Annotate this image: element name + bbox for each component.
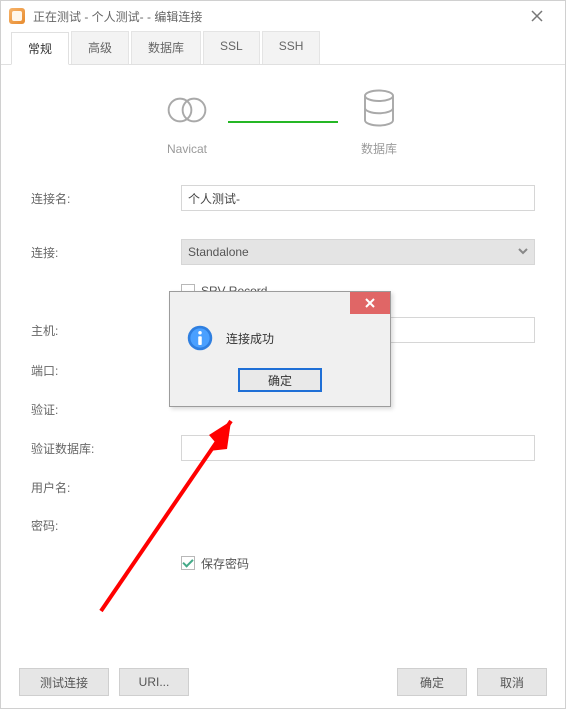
dialog-close-button[interactable] xyxy=(350,292,390,314)
connection-type-label: 连接: xyxy=(31,244,181,261)
dialog-ok-button[interactable]: 确定 xyxy=(238,368,322,392)
tab-ssl[interactable]: SSL xyxy=(203,31,260,64)
navicat-icon xyxy=(166,89,208,134)
window-close-button[interactable] xyxy=(517,1,557,31)
chevron-down-icon xyxy=(518,245,528,259)
ok-button[interactable]: 确定 xyxy=(397,668,467,696)
diagram-database: 数据库 xyxy=(358,87,400,157)
cancel-button[interactable]: 取消 xyxy=(477,668,547,696)
dialog-title-bar xyxy=(170,292,390,314)
tab-database[interactable]: 数据库 xyxy=(131,31,201,64)
app-icon xyxy=(9,8,25,24)
connection-type-value: Standalone xyxy=(188,245,249,259)
test-connection-button[interactable]: 测试连接 xyxy=(19,668,109,696)
uri-button[interactable]: URI... xyxy=(119,668,189,696)
diagram-connection-line xyxy=(228,121,338,123)
tab-general[interactable]: 常规 xyxy=(11,32,69,65)
info-icon xyxy=(186,324,214,352)
diagram-navicat: Navicat xyxy=(166,89,208,156)
save-password-checkbox[interactable] xyxy=(181,556,195,570)
diagram-navicat-label: Navicat xyxy=(167,142,207,156)
dialog-message: 连接成功 xyxy=(226,330,274,347)
tab-ssh[interactable]: SSH xyxy=(262,31,321,64)
auth-db-input[interactable] xyxy=(181,435,535,461)
connection-name-input[interactable] xyxy=(181,185,535,211)
connection-type-select[interactable]: Standalone xyxy=(181,239,535,265)
window-title: 正在测试 - 个人测试- - 编辑连接 xyxy=(33,8,517,25)
tab-bar: 常规 高级 数据库 SSL SSH xyxy=(1,31,565,65)
database-icon xyxy=(358,87,400,132)
tab-advanced[interactable]: 高级 xyxy=(71,31,129,64)
port-label: 端口: xyxy=(31,362,181,379)
success-dialog: 连接成功 确定 xyxy=(169,291,391,407)
diagram-database-label: 数据库 xyxy=(361,140,397,157)
footer-bar: 测试连接 URI... 确定 取消 xyxy=(1,656,565,708)
username-label: 用户名: xyxy=(31,479,181,496)
auth-db-label: 验证数据库: xyxy=(31,440,181,457)
save-password-label: 保存密码 xyxy=(201,555,249,572)
auth-label: 验证: xyxy=(31,401,181,418)
connection-name-label: 连接名: xyxy=(31,190,181,207)
password-label: 密码: xyxy=(31,517,181,534)
connection-diagram: Navicat 数据库 xyxy=(1,65,565,185)
host-label: 主机: xyxy=(31,322,181,339)
title-bar: 正在测试 - 个人测试- - 编辑连接 xyxy=(1,1,565,31)
